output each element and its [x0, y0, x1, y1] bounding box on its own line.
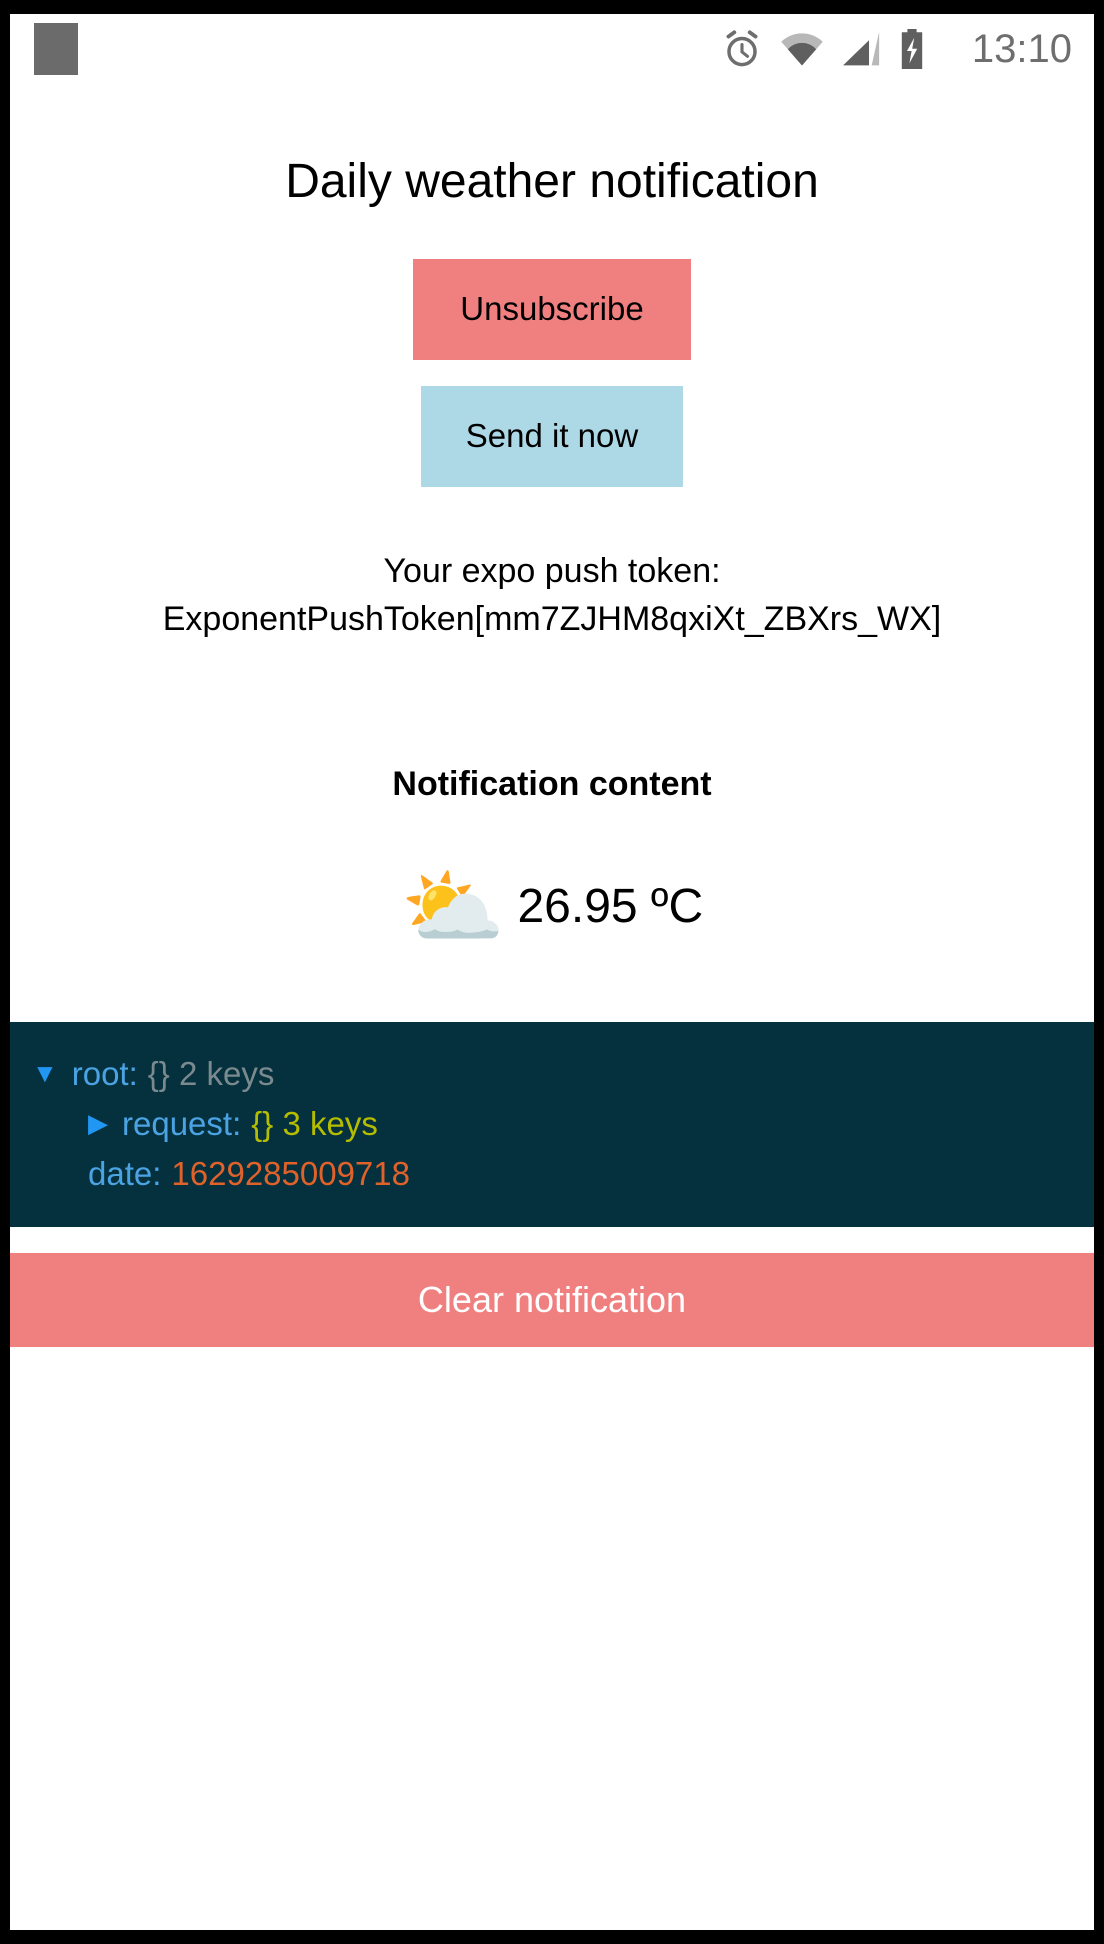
chevron-down-icon[interactable]: ▼ — [32, 1060, 58, 1086]
json-row-date[interactable]: date: 1629285009718 — [10, 1148, 1094, 1198]
json-count-root: 2 keys — [169, 1054, 275, 1092]
json-key-root: root: — [71, 1054, 138, 1092]
push-token-value: ExponentPushToken[mm7ZJHM8qxiXt_ZBXrs_WX… — [162, 600, 942, 639]
phone-screen: 13:10 Daily weather notification Unsubsc… — [10, 14, 1094, 1930]
page-title: Daily weather notification — [285, 155, 819, 208]
footer-area — [10, 1347, 1094, 1930]
json-value-date: 1629285009718 — [171, 1154, 410, 1192]
notification-content-heading: Notification content — [392, 765, 712, 804]
json-brace-request: {} — [251, 1104, 274, 1142]
cellular-signal-icon — [842, 31, 880, 66]
json-row-request[interactable]: ▶ request: {} 3 keys — [10, 1098, 1094, 1148]
panel-divider — [10, 1227, 1094, 1254]
status-bar: 13:10 — [10, 14, 1094, 84]
chevron-right-icon[interactable]: ▶ — [88, 1110, 108, 1136]
json-count-request: 3 keys — [273, 1104, 378, 1142]
unsubscribe-button[interactable]: Unsubscribe — [413, 258, 691, 360]
json-brace-root: {} — [147, 1054, 170, 1092]
status-bar-icons: 13:10 — [720, 27, 1072, 71]
json-row-root[interactable]: ▼ root: {} 2 keys — [10, 1048, 1094, 1098]
push-token-block: Your expo push token: ExponentPushToken[… — [10, 547, 1094, 644]
push-token-label: Your expo push token: — [383, 551, 721, 590]
wifi-icon — [781, 33, 823, 66]
send-it-now-button[interactable]: Send it now — [421, 385, 683, 487]
status-bar-clock: 13:10 — [971, 27, 1072, 71]
temperature-value: 26.95 ºC — [517, 880, 704, 934]
device-frame: 13:10 Daily weather notification Unsubsc… — [0, 0, 1104, 1944]
weather-readout: ⛅ 26.95 ºC — [401, 852, 703, 962]
json-key-date: date: — [88, 1154, 162, 1192]
json-viewer-panel: ▼ root: {} 2 keys ▶ request: {} 3 keys d… — [10, 1022, 1094, 1228]
sun-behind-cloud-icon: ⛅ — [400, 860, 506, 955]
clear-notification-button[interactable]: Clear notification — [10, 1253, 1094, 1348]
main-content: Daily weather notification Unsubscribe S… — [10, 84, 1094, 1023]
battery-charging-icon — [901, 29, 923, 69]
json-key-request: request: — [122, 1104, 242, 1142]
app-square-icon — [34, 23, 78, 75]
alarm-icon — [726, 30, 758, 67]
